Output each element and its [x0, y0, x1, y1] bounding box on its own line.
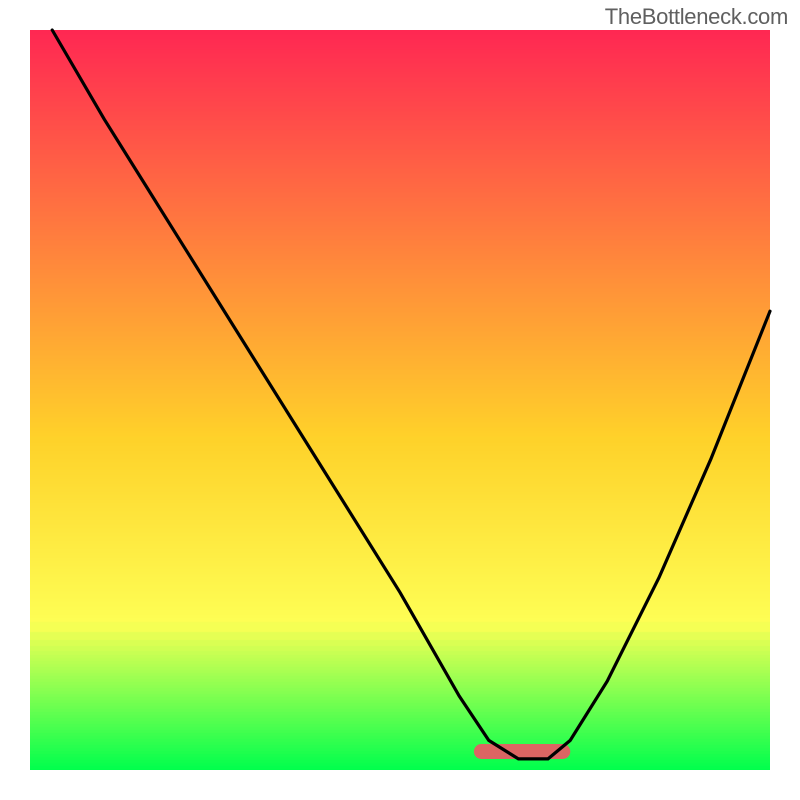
chart-series-line [52, 30, 770, 759]
attribution-text: TheBottleneck.com [605, 4, 788, 30]
chart-svg-layer [30, 30, 770, 770]
chart-frame [30, 30, 770, 770]
